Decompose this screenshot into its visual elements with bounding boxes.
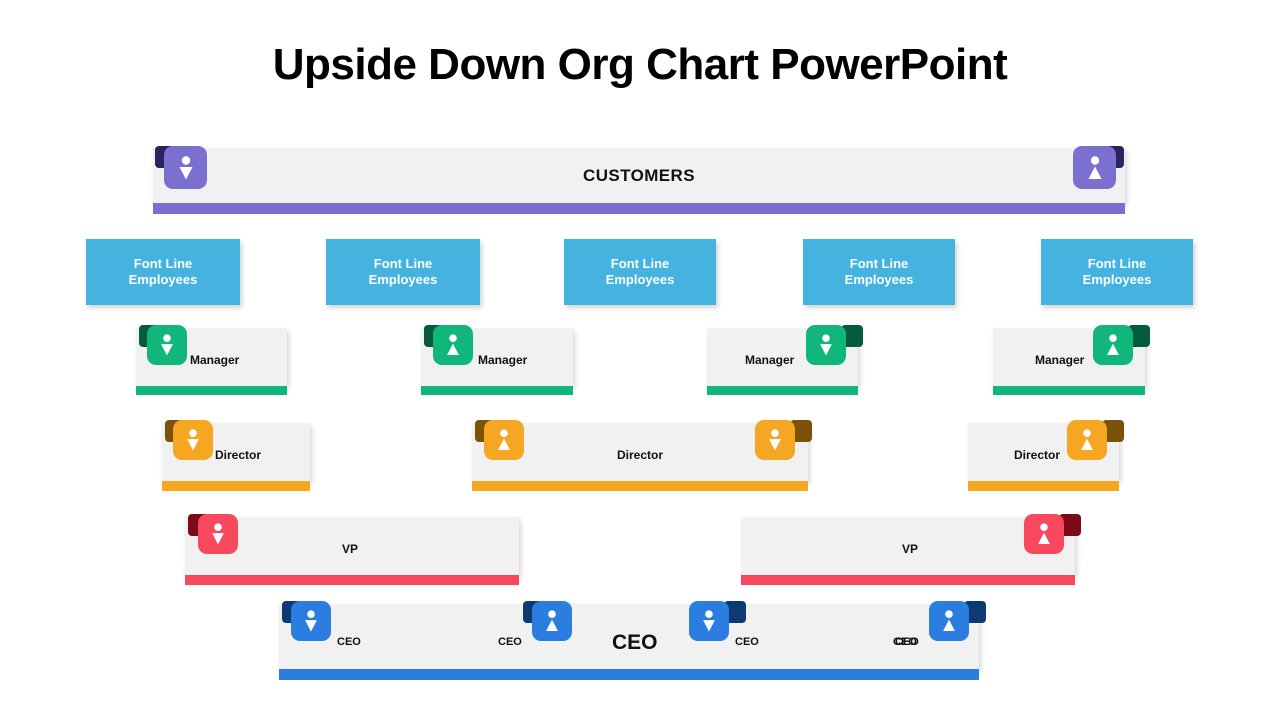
customers-accent-bar [153, 203, 1125, 214]
vp-label: VP [902, 542, 919, 556]
front-line-label-line1: Font Line [610, 256, 670, 271]
front-line-label-line2: Employees [1082, 272, 1152, 287]
person-icon-inverted-vp-1[interactable] [198, 514, 238, 554]
front-line-label-line2: Employees [605, 272, 675, 287]
person-icon-inverted-director-1[interactable] [173, 420, 213, 460]
front-line-label-line1: Font Line [133, 256, 193, 271]
person-icon-upright-ceo-2[interactable] [532, 601, 572, 641]
person-icon-upright-director-4[interactable] [1067, 420, 1107, 460]
director-label: Director [617, 448, 664, 462]
vp-label: VP [342, 542, 359, 556]
front-line-box-1[interactable]: Font Line Employees [86, 239, 240, 305]
front-line-label-line1: Font Line [373, 256, 433, 271]
vp-accent-bar [185, 575, 519, 585]
director-accent-bar [968, 481, 1119, 491]
front-line-box-4[interactable]: Font Line Employees [803, 239, 955, 305]
ceo-label-1: CEO [337, 636, 361, 648]
director-accent-bar [472, 481, 808, 491]
manager-accent-bar [421, 386, 573, 395]
person-icon-upright-director-2[interactable] [484, 420, 524, 460]
person-icon-upright-customers-right[interactable] [1073, 146, 1116, 189]
front-line-box-5[interactable]: Font Line Employees [1041, 239, 1193, 305]
manager-accent-bar [136, 386, 287, 395]
person-icon-upright-manager-2[interactable] [433, 325, 473, 365]
front-line-label-line2: Employees [368, 272, 438, 287]
ceo-label-2: CEO [498, 636, 522, 648]
person-icon-inverted-ceo-1[interactable] [291, 601, 331, 641]
person-icon-inverted-manager-1[interactable] [147, 325, 187, 365]
front-line-box-3[interactable]: Font Line Employees [564, 239, 716, 305]
vp-accent-bar [741, 575, 1075, 585]
person-icon-upright-ceo-4[interactable] [929, 601, 969, 641]
person-icon-upright-manager-4[interactable] [1093, 325, 1133, 365]
front-line-box-2[interactable]: Font Line Employees [326, 239, 480, 305]
ceo-card[interactable]: CEO CEO CEO CEO CEO [279, 604, 979, 680]
front-line-label-line2: Employees [844, 272, 914, 287]
manager-label: Manager [190, 353, 240, 367]
person-icon-inverted-customers-left[interactable] [164, 146, 207, 189]
ceo-label-3: CEO [735, 636, 759, 648]
person-icon-inverted-ceo-3[interactable] [689, 601, 729, 641]
front-line-label-line1: Font Line [849, 256, 909, 271]
person-icon-inverted-manager-3[interactable] [806, 325, 846, 365]
person-icon-inverted-director-3[interactable] [755, 420, 795, 460]
front-line-label-line2: Employees [128, 272, 198, 287]
manager-label: Manager [478, 353, 528, 367]
person-icon-upright-vp-2[interactable] [1024, 514, 1064, 554]
manager-accent-bar [993, 386, 1145, 395]
director-label: Director [1014, 448, 1061, 462]
director-label: Director [215, 448, 262, 462]
front-line-label-line1: Font Line [1087, 256, 1147, 271]
customers-label: CUSTOMERS [583, 165, 695, 185]
director-accent-bar [162, 481, 310, 491]
slide-canvas: Upside Down Org Chart PowerPoint CUSTOME… [0, 0, 1280, 720]
manager-label: Manager [1035, 353, 1085, 367]
customers-card[interactable]: CUSTOMERS [153, 148, 1125, 218]
ceo-label-5: CEO [893, 636, 917, 648]
manager-accent-bar [707, 386, 858, 395]
page-title: Upside Down Org Chart PowerPoint [272, 40, 1008, 89]
ceo-label-large: CEO [612, 631, 658, 654]
manager-label: Manager [745, 353, 795, 367]
ceo-accent-bar [279, 669, 979, 680]
